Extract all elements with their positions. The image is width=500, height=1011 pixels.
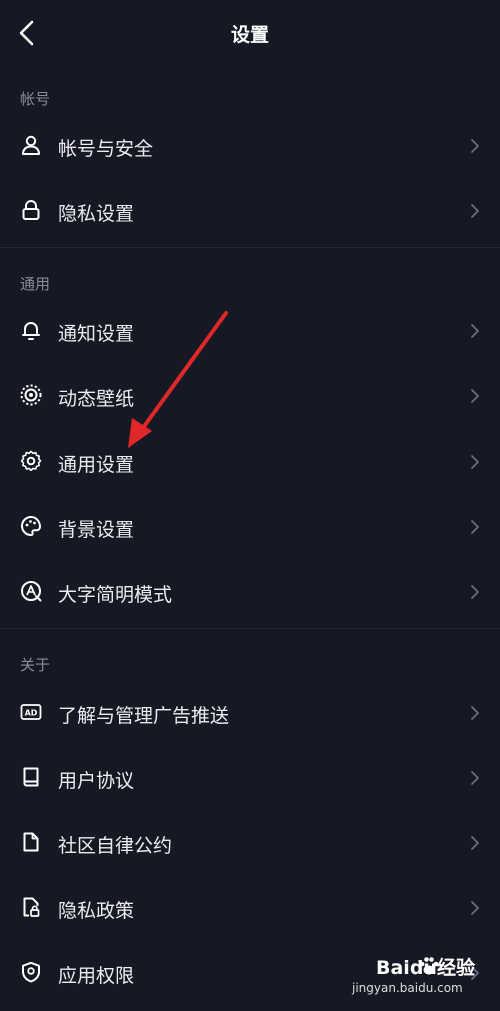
settings-item-label: 了解与管理广告推送 — [58, 705, 230, 727]
chevron-right-icon — [471, 520, 479, 534]
chevron-right-icon — [471, 324, 479, 338]
page-title: 设置 — [230, 24, 269, 46]
settings-item-label: 隐私设置 — [58, 203, 135, 225]
chevron-right-icon — [471, 585, 479, 599]
bell-icon — [22, 322, 40, 340]
settings-item-label: 隐私政策 — [58, 900, 135, 922]
large-text-mode-icon — [21, 581, 42, 602]
section-divider — [0, 628, 500, 629]
settings-item-privacy-settings[interactable]: 隐私设置 — [0, 179, 500, 243]
settings-item-label: 帐号与安全 — [58, 138, 154, 160]
user-icon — [22, 135, 40, 155]
section-divider — [0, 247, 500, 248]
settings-item-live-wallpaper[interactable]: 动态壁纸 — [0, 364, 500, 428]
settings-item-general-settings[interactable]: 通用设置 — [0, 430, 500, 494]
book-icon — [23, 767, 39, 787]
chevron-right-icon — [471, 836, 479, 850]
settings-item-label: 通用设置 — [58, 454, 135, 476]
baidu-watermark: Baidu经验 jingyan.baidu.com — [352, 953, 475, 1003]
ad-icon: AD — [20, 704, 42, 720]
settings-item-user-agreement[interactable]: 用户协议 — [0, 746, 500, 810]
lock-icon — [22, 200, 40, 220]
live-wallpaper-icon — [20, 384, 42, 406]
chevron-right-icon — [471, 389, 479, 403]
settings-item-community-guidelines[interactable]: 社区自律公约 — [0, 811, 500, 875]
settings-item-account-security[interactable]: 帐号与安全 — [0, 114, 500, 178]
settings-item-background[interactable]: 背景设置 — [0, 495, 500, 559]
chevron-right-icon — [471, 901, 479, 915]
settings-item-privacy-policy[interactable]: 隐私政策 — [0, 876, 500, 940]
section-label-account: 帐号 — [20, 90, 51, 108]
watermark-url: jingyan.baidu.com — [352, 981, 463, 995]
privacy-document-icon — [23, 897, 40, 917]
section-label-about: 关于 — [20, 656, 51, 674]
chevron-right-icon — [471, 139, 479, 153]
chevron-right-icon — [471, 706, 479, 720]
watermark-brand: Baidu经验 — [376, 957, 475, 979]
settings-item-label: 动态壁纸 — [58, 388, 135, 410]
header: 设置 — [0, 0, 500, 66]
document-icon — [23, 832, 39, 852]
settings-item-label: 应用权限 — [58, 965, 135, 987]
section-label-general: 通用 — [20, 275, 51, 293]
settings-item-notifications[interactable]: 通知设置 — [0, 299, 500, 363]
settings-item-label: 背景设置 — [58, 519, 135, 541]
palette-icon — [21, 516, 41, 536]
settings-item-label: 通知设置 — [58, 323, 135, 345]
settings-item-label: 社区自律公约 — [58, 835, 173, 857]
settings-item-ad-management[interactable]: AD 了解与管理广告推送 — [0, 681, 500, 745]
chevron-right-icon — [471, 771, 479, 785]
chevron-right-icon — [471, 204, 479, 218]
chevron-right-icon — [471, 455, 479, 469]
settings-item-label: 大字简明模式 — [58, 584, 173, 606]
gear-icon — [20, 450, 42, 472]
svg-text:AD: AD — [25, 709, 38, 718]
settings-item-large-text-mode[interactable]: 大字简明模式 — [0, 560, 500, 624]
settings-item-label: 用户协议 — [58, 770, 135, 792]
shield-icon — [22, 961, 40, 983]
